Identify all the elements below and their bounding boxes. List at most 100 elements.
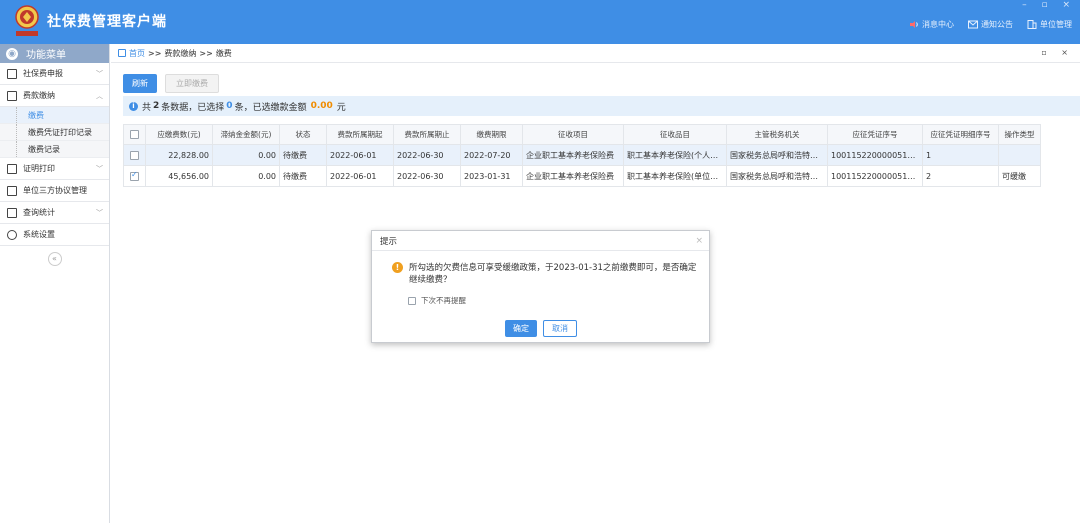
sidebar-item-declare[interactable]: 社保费申报 ﹀ [0, 63, 109, 85]
table-cell: 2022-06-01 [326, 144, 394, 166]
column-header: 滞纳金金额(元) [212, 124, 280, 145]
table-cell: 企业职工基本养老保险费 [522, 144, 624, 166]
bell-icon [910, 21, 918, 28]
sidebar-item-label: 系统设置 [23, 230, 55, 239]
title-bar: 社保费管理客户端 – ▫ × 消息中心 通知公告 单位管理 [0, 0, 1080, 44]
breadcrumb-level2: 缴费 [215, 48, 232, 58]
row-checkbox[interactable] [130, 170, 139, 181]
panel-controls[interactable]: ▫ × [1041, 48, 1074, 57]
breadcrumb-separator: >> [148, 48, 162, 58]
table-cell: 待缴费 [279, 165, 327, 187]
info-icon: i [129, 101, 138, 111]
table-cell: 2023-01-31 [460, 165, 523, 187]
table-cell: 职工基本养老保险(单位缴纳) [623, 165, 727, 187]
sidebar-item-settings[interactable]: 系统设置 [0, 224, 109, 246]
declare-icon [7, 68, 17, 79]
dialog-buttons: 确定 取消 [505, 320, 577, 337]
table-cell: 0.00 [212, 165, 280, 187]
table-cell: 待缴费 [279, 144, 327, 166]
sidebar-subitem-pay[interactable]: 缴费 [0, 107, 109, 124]
mail-icon [968, 20, 978, 29]
column-header: 征收品目 [623, 124, 727, 145]
sidebar-title: 功能菜单 [26, 50, 66, 61]
table-row[interactable]: 22,828.00 0.00 待缴费 2022-06-01 2022-06-30… [123, 144, 1041, 166]
table-cell: 2 [922, 165, 999, 187]
dont-remind-label: 下次不再提醒 [421, 296, 466, 305]
select-all-checkbox[interactable] [130, 130, 139, 139]
top-actions: 消息中心 通知公告 单位管理 [909, 19, 1072, 30]
print-icon [7, 163, 17, 174]
table-cell: 国家税务总局呼和浩特市新... [726, 144, 828, 166]
window-controls[interactable]: – ▫ × [1022, 0, 1076, 10]
sidebar-item-payment[interactable]: 费款缴纳 ︿ [0, 85, 109, 107]
summary-selected: 0 [226, 101, 233, 111]
app-title: 社保费管理客户端 [47, 14, 167, 30]
table-cell: 22,828.00 [145, 144, 213, 166]
column-header: 应缴费数(元) [145, 124, 213, 145]
sidebar: ◉ 功能菜单 社保费申报 ﹀ 费款缴纳 ︿ 缴费 缴费凭证打印记录 缴费记录 证… [0, 44, 110, 523]
summary-prefix: 共 [142, 102, 152, 113]
table-header-row: 应缴费数(元) 滞纳金金额(元) 状态 费款所属期起 费款所属期止 缴费期限 征… [123, 124, 1041, 145]
close-icon[interactable]: × [695, 236, 703, 246]
table-cell: 2022-07-20 [460, 144, 523, 166]
table-cell: 1001152200000515... [827, 165, 923, 187]
dont-remind-option[interactable]: 下次不再提醒 [408, 295, 466, 306]
pay-now-button[interactable]: 立即缴费 [165, 74, 219, 93]
table-cell: 1 [922, 144, 999, 166]
warning-icon: ! [392, 262, 403, 273]
sidebar-header: ◉ 功能菜单 [0, 44, 109, 63]
column-header: 应征凭证明细序号 [922, 124, 999, 145]
sidebar-subitem-receipt-print-records[interactable]: 缴费凭证打印记录 [0, 124, 109, 141]
dont-remind-checkbox[interactable] [408, 296, 416, 305]
sidebar-subitem-payment-records[interactable]: 缴费记录 [0, 141, 109, 158]
sidebar-item-stats[interactable]: 查询统计 ﹀ [0, 202, 109, 224]
toolbar: 刷新 立即缴费 [123, 74, 219, 93]
sidebar-item-label: 证明打印 [23, 164, 55, 173]
confirm-button[interactable]: 确定 [505, 320, 537, 337]
dialog-header: 提示 × [372, 231, 709, 251]
message-center-button[interactable]: 消息中心 [909, 19, 954, 30]
table-cell: 1001152200000515... [827, 144, 923, 166]
sidebar-item-certificate-print[interactable]: 证明打印 ﹀ [0, 158, 109, 180]
column-header: 费款所属期止 [393, 124, 461, 145]
table-cell: 2022-06-30 [393, 144, 461, 166]
select-all-cell[interactable] [123, 124, 146, 145]
summary-mid2: 条，已选缴款金额 [234, 102, 307, 113]
chevron-down-icon: ﹀ [96, 165, 103, 173]
summary-mid1: 条数据，已选择 [161, 102, 225, 113]
payment-submenu: 缴费 缴费凭证打印记录 缴费记录 [0, 107, 109, 158]
sidebar-item-agreement[interactable]: 单位三方协议管理 [0, 180, 109, 202]
unit-management-button[interactable]: 单位管理 [1027, 19, 1072, 30]
agreement-icon [7, 185, 17, 196]
table-cell [998, 144, 1041, 166]
table-cell: 可缓缴 [998, 165, 1041, 187]
row-select-cell[interactable] [123, 165, 146, 187]
row-checkbox[interactable] [130, 150, 139, 160]
sidebar-item-label: 查询统计 [23, 208, 55, 217]
payment-table: 应缴费数(元) 滞纳金金额(元) 状态 费款所属期起 费款所属期止 缴费期限 征… [123, 124, 1041, 187]
column-header: 操作类型 [998, 124, 1041, 145]
tax-emblem-icon [15, 5, 39, 36]
message-center-label: 消息中心 [922, 20, 954, 29]
refresh-button[interactable]: 刷新 [123, 74, 157, 93]
table-row[interactable]: 45,656.00 0.00 待缴费 2022-06-01 2022-06-30… [123, 165, 1041, 187]
cancel-button[interactable]: 取消 [543, 320, 577, 337]
sidebar-item-label: 费款缴纳 [23, 91, 55, 100]
notice-button[interactable]: 通知公告 [968, 19, 1013, 30]
breadcrumb-separator: >> [199, 48, 213, 58]
chevron-up-icon: ︿ [96, 92, 103, 100]
payment-icon [7, 90, 17, 101]
column-header: 主管税务机关 [726, 124, 828, 145]
table-cell: 2022-06-30 [393, 165, 461, 187]
stats-icon [7, 207, 17, 218]
sidebar-item-label: 社保费申报 [23, 69, 63, 78]
column-header: 征收项目 [522, 124, 624, 145]
row-select-cell[interactable] [123, 144, 146, 166]
column-header: 缴费期限 [460, 124, 523, 145]
sidebar-item-label: 单位三方协议管理 [23, 186, 87, 195]
collapse-sidebar-button[interactable]: « [47, 252, 62, 266]
confirm-dialog: 提示 × ! 所勾选的欠费信息可享受缓缴政策，于2023-01-31之前缴费即可… [371, 230, 710, 343]
breadcrumb-home[interactable]: 首页 [129, 48, 145, 59]
unit-management-label: 单位管理 [1040, 20, 1072, 29]
table-cell: 职工基本养老保险(个人缴纳) [623, 144, 727, 166]
